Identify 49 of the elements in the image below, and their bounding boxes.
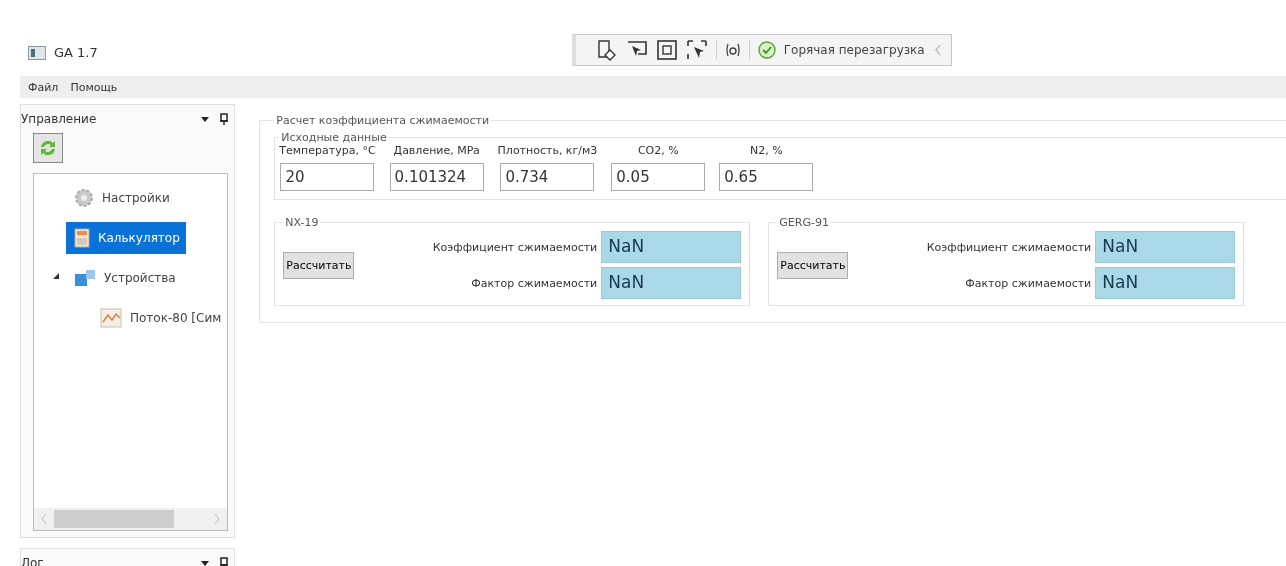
square-icon[interactable]	[655, 39, 678, 61]
expand-arrow-icon[interactable]	[52, 272, 60, 280]
dropdown-icon[interactable]	[200, 115, 211, 123]
group-title: GERG-91	[778, 216, 830, 229]
field-label: Плотность, кг/м3	[497, 144, 598, 157]
input-field[interactable]: 0.734	[500, 163, 595, 191]
tree-item[interactable]: Поток-80 [Сим	[92, 302, 228, 334]
input-field[interactable]: 0.05	[611, 163, 706, 191]
field-label: Температура, °C	[279, 144, 376, 157]
input-field[interactable]: 20	[280, 163, 375, 191]
result-field: NaN	[1095, 231, 1236, 263]
input-field[interactable]: 0.65	[719, 163, 814, 191]
menu-item[interactable]: Помощь	[70, 80, 118, 94]
tree-item[interactable]: Калькулятор	[66, 222, 186, 254]
result-label: Коэффициент сжимаемости	[926, 240, 1092, 254]
calculate-button[interactable]: Рассчитать	[283, 251, 355, 279]
document-icon[interactable]	[595, 39, 618, 61]
check-circle-icon	[757, 41, 776, 59]
group-title: Расчет коэффициента сжимаемости	[275, 114, 491, 127]
app-icon	[28, 45, 46, 60]
result-label: Фактор сжимаемости	[471, 276, 598, 290]
dropdown-icon[interactable]	[200, 559, 211, 566]
result-field: NaN	[601, 231, 742, 263]
devices-icon	[74, 268, 96, 288]
result-field: NaN	[1095, 267, 1236, 299]
window-title: GA 1.7	[54, 45, 98, 60]
group-title: Исходные данные	[280, 131, 388, 144]
selection-icon[interactable]	[685, 39, 708, 61]
refresh-button[interactable]	[33, 133, 63, 163]
result-label: Коэффициент сжимаемости	[432, 240, 598, 254]
tree-item[interactable]: Устройства	[66, 262, 182, 294]
result-field: NaN	[601, 267, 742, 299]
pin-icon[interactable]	[220, 557, 229, 566]
calculator-icon	[74, 228, 90, 248]
pin-icon[interactable]	[220, 113, 229, 125]
gear-icon	[74, 188, 94, 208]
field-label: N2, %	[749, 144, 783, 157]
field-label: Давление, MPa	[393, 144, 480, 157]
tree-item[interactable]: Настройки	[66, 182, 176, 214]
group-title: NX-19	[284, 216, 320, 229]
chart-icon	[100, 308, 122, 328]
panel-title: Управление	[21, 112, 97, 126]
menu-item[interactable]: Файл	[28, 80, 59, 94]
hot-reload-status[interactable]: Горячая перезагрузка	[783, 43, 925, 57]
input-field[interactable]: 0.101324	[389, 163, 484, 191]
badge-icon[interactable]	[724, 43, 741, 57]
result-label: Фактор сжимаемости	[965, 276, 1092, 290]
field-label: CO2, %	[637, 144, 679, 157]
calculate-button[interactable]: Рассчитать	[777, 251, 849, 279]
